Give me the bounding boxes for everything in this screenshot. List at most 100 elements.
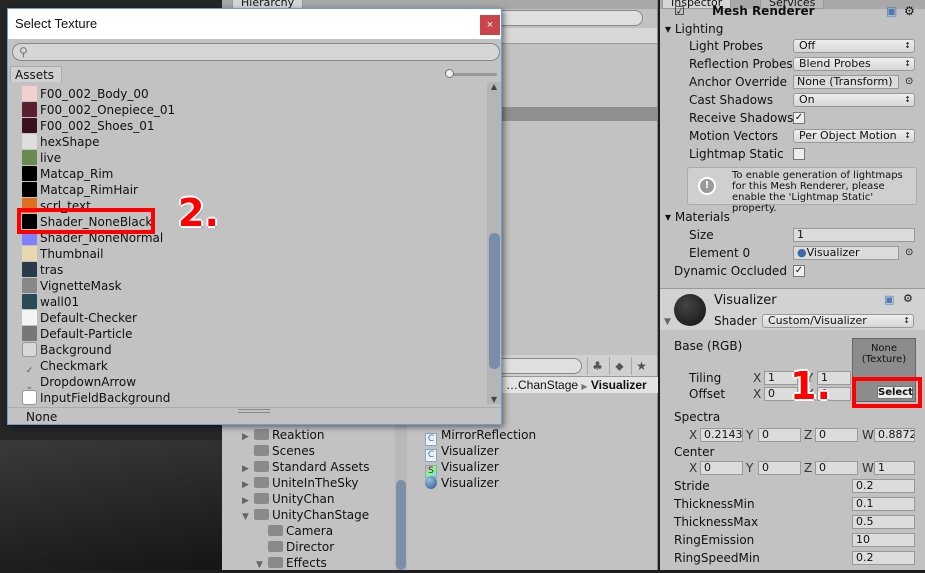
file-item[interactable]: Visualizer bbox=[425, 475, 536, 491]
folder-item[interactable]: ▼ Effects bbox=[222, 555, 395, 571]
texture-item-label: Default-Particle bbox=[40, 327, 133, 341]
folder-item[interactable]: Director bbox=[222, 539, 395, 555]
center-y-field[interactable]: 0 bbox=[758, 461, 801, 475]
property-field[interactable]: 0.1 bbox=[852, 497, 915, 511]
filter-type-icon[interactable]: ♣ bbox=[587, 357, 607, 375]
spectra-x-field[interactable]: 0.2143 bbox=[700, 428, 743, 442]
texture-item[interactable]: F00_002_Onepiece_01 bbox=[22, 102, 482, 118]
thumbnail-size-slider[interactable] bbox=[445, 69, 497, 78]
reflection-probes-dropdown[interactable]: Blend Probes bbox=[793, 57, 915, 71]
mesh-renderer-header[interactable]: ☑ Mesh Renderer ▣ ⚙ bbox=[660, 4, 925, 18]
texture-item[interactable]: Matcap_Rim bbox=[22, 166, 482, 182]
texture-thumbnail-icon bbox=[22, 278, 37, 293]
texture-thumbnail-icon bbox=[22, 134, 37, 149]
help-book-icon[interactable]: ▣ bbox=[884, 293, 894, 306]
folder-icon bbox=[254, 509, 269, 520]
texture-item[interactable]: tras bbox=[22, 262, 482, 278]
texture-item[interactable]: Default-Particle bbox=[22, 326, 482, 342]
receive-shadows-checkbox[interactable]: ✓ bbox=[793, 112, 805, 124]
property-field[interactable]: 10 bbox=[852, 533, 915, 547]
component-enabled-checkbox[interactable]: ☑ bbox=[674, 4, 685, 18]
texture-list-scroll-thumb[interactable] bbox=[489, 233, 500, 369]
dynamic-occluded-checkbox[interactable]: ✓ bbox=[793, 265, 805, 277]
texture-none-line2: (Texture) bbox=[861, 354, 907, 365]
filter-label-icon[interactable]: ⬥ bbox=[609, 357, 629, 375]
folder-label: Camera bbox=[286, 524, 334, 538]
favorite-star-icon[interactable]: ★ bbox=[631, 357, 651, 375]
folder-item[interactable]: ▶ UnityChan bbox=[222, 491, 395, 507]
receive-shadows-label: Receive Shadows bbox=[689, 111, 794, 125]
center-x-field[interactable]: 0 bbox=[700, 461, 743, 475]
property-field[interactable]: 0.5 bbox=[852, 515, 915, 529]
scroll-up-icon[interactable]: ▲ bbox=[487, 82, 501, 91]
help-book-icon[interactable]: ▣ bbox=[886, 4, 897, 18]
anchor-override-field[interactable]: None (Transform) bbox=[793, 75, 899, 89]
texture-item[interactable]: hexShape bbox=[22, 134, 482, 150]
texture-item[interactable]: VignetteMask bbox=[22, 278, 482, 294]
folder-item[interactable]: ▶ Standard Assets bbox=[222, 459, 395, 475]
folder-item[interactable]: ▶ UniteInTheSky bbox=[222, 475, 395, 491]
shader-label: Shader bbox=[714, 314, 757, 328]
spectra-w-field[interactable]: 0.8872 bbox=[874, 428, 915, 442]
texture-item[interactable]: F00_002_Body_00 bbox=[22, 86, 482, 102]
motion-vectors-dropdown[interactable]: Per Object Motion bbox=[793, 129, 915, 143]
foldout-arrow-icon[interactable]: ▼ bbox=[256, 557, 268, 573]
gear-icon[interactable]: ⚙ bbox=[903, 292, 913, 305]
texture-item-label: tras bbox=[40, 263, 64, 277]
property-field[interactable]: 0.2 bbox=[852, 479, 915, 493]
slider-handle[interactable] bbox=[445, 69, 454, 78]
center-z-field[interactable]: 0 bbox=[815, 461, 858, 475]
breadcrumb-parent[interactable]: …ChanStage bbox=[506, 378, 578, 392]
materials-foldout[interactable]: ▾ Materials bbox=[665, 208, 730, 226]
texture-item[interactable]: Thumbnail bbox=[22, 246, 482, 262]
lighting-foldout[interactable]: ▾ Lighting bbox=[665, 20, 723, 38]
folder-item[interactable]: ▼ UnityChanStage bbox=[222, 507, 395, 523]
texture-item[interactable]: ⌄ DropdownArrow bbox=[22, 374, 482, 392]
file-item[interactable]: C Visualizer bbox=[425, 443, 536, 462]
texture-item[interactable]: Background bbox=[22, 342, 482, 358]
folder-tree: ▶ Reaktion Scenes ▶ Standard Assets ▶ UniteInT… bbox=[222, 427, 395, 571]
texture-item[interactable]: Default-Checker bbox=[22, 310, 482, 326]
folder-item[interactable]: ▶ Reaktion bbox=[222, 427, 395, 443]
inspector-panel: Inspector Services ☑ Mesh Renderer ▣ ⚙ ▾ Li… bbox=[660, 0, 925, 570]
object-picker-icon[interactable]: ⊙ bbox=[905, 73, 913, 91]
spectra-z-field[interactable]: 0 bbox=[815, 428, 858, 442]
object-picker-icon[interactable]: ⊙ bbox=[905, 244, 913, 262]
scroll-down-icon[interactable]: ▼ bbox=[487, 395, 501, 404]
folder-item[interactable]: Scenes bbox=[222, 443, 395, 459]
close-button[interactable]: × bbox=[480, 15, 500, 35]
file-item[interactable]: C MirrorReflection bbox=[425, 427, 536, 446]
gear-icon[interactable]: ⚙ bbox=[904, 4, 915, 18]
material-header: Visualizer Shader Custom/Visualizer ▣ ⚙ … bbox=[660, 288, 925, 330]
center-w-field[interactable]: 1 bbox=[874, 461, 915, 475]
texture-item[interactable]: live bbox=[22, 150, 482, 166]
material-property-row: Stride 0.2 bbox=[660, 477, 925, 495]
light-probes-dropdown[interactable]: Off bbox=[793, 39, 915, 53]
shader-dropdown[interactable]: Custom/Visualizer bbox=[762, 314, 914, 328]
texture-item[interactable]: Matcap_RimHair bbox=[22, 182, 482, 198]
texture-item[interactable]: F00_002_Shoes_01 bbox=[22, 118, 482, 134]
lightmap-static-checkbox[interactable] bbox=[793, 148, 805, 160]
texture-item[interactable]: wall01 bbox=[22, 294, 482, 310]
element-0-value: Visualizer bbox=[806, 246, 860, 259]
texture-item[interactable]: ✓ Checkmark bbox=[22, 358, 482, 376]
annotation-box-2 bbox=[17, 208, 155, 234]
property-field[interactable]: 0.2 bbox=[852, 551, 915, 565]
spectra-vector: X 0.2143 Y0 Z0 W 0.8872 bbox=[689, 428, 915, 442]
element-0-field[interactable]: ●Visualizer bbox=[793, 246, 899, 260]
breadcrumb-current[interactable]: Visualizer bbox=[591, 378, 647, 392]
texture-item[interactable]: InputFieldBackground bbox=[22, 390, 482, 406]
texture-search-input[interactable]: ⚲ bbox=[12, 43, 500, 61]
folder-tree-scroll-thumb[interactable] bbox=[396, 480, 406, 570]
folder-label: Standard Assets bbox=[272, 460, 370, 474]
texture-item-label: hexShape bbox=[40, 135, 100, 149]
texture-thumbnail-icon bbox=[22, 310, 37, 325]
foldout-arrow-icon[interactable]: ▼ bbox=[664, 317, 671, 327]
materials-size-field[interactable]: 1 bbox=[793, 228, 915, 242]
folder-item[interactable]: Camera bbox=[222, 523, 395, 539]
tab-assets[interactable]: Assets bbox=[10, 66, 62, 82]
file-item[interactable]: S Visualizer bbox=[425, 459, 536, 478]
spectra-y-field[interactable]: 0 bbox=[758, 428, 801, 442]
cast-shadows-dropdown[interactable]: On bbox=[793, 93, 915, 107]
lighting-header: Lighting bbox=[674, 22, 724, 36]
